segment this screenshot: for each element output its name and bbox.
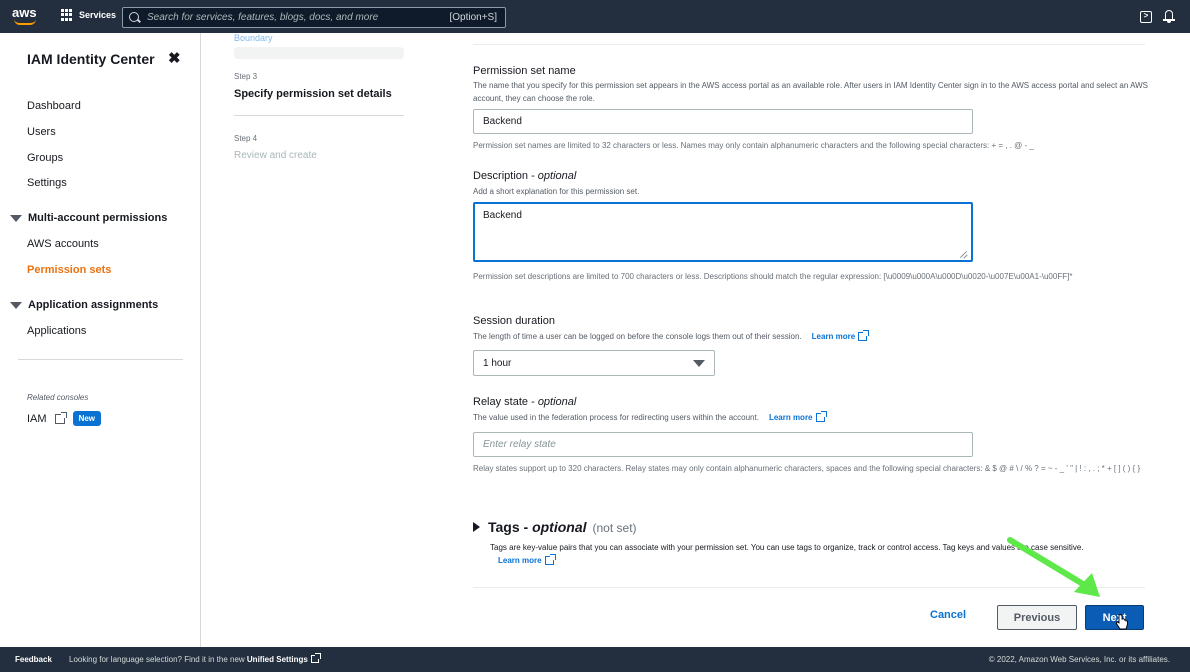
permission-set-name-input[interactable] bbox=[473, 109, 973, 134]
top-navigation: aws Services [Option+S] > bbox=[0, 0, 1190, 33]
cancel-button[interactable]: Cancel bbox=[930, 609, 966, 621]
description-constraint: Permission set descriptions are limited … bbox=[473, 272, 1073, 281]
annotation-arrow-icon bbox=[1007, 537, 1100, 597]
global-search-bar[interactable]: [Option+S] bbox=[122, 7, 506, 28]
step4-title: Review and create bbox=[234, 150, 317, 161]
caret-down-icon bbox=[10, 214, 22, 222]
tags-description-text: Tags are key-value pairs that you can as… bbox=[490, 543, 1084, 552]
sidebar-item-users[interactable]: Users bbox=[27, 126, 56, 138]
iam-link-label: IAM bbox=[27, 412, 47, 425]
section-label: Multi-account permissions bbox=[28, 212, 168, 224]
tags-title-text: Tags - bbox=[488, 519, 533, 535]
session-duration-value: 1 hour bbox=[483, 357, 512, 369]
step4-number: Step 4 bbox=[234, 134, 258, 143]
session-duration-description: The length of time a user can be logged … bbox=[473, 332, 802, 341]
sidebar-item-applications[interactable]: Applications bbox=[27, 325, 86, 337]
relay-state-label: Relay state - optional bbox=[473, 396, 576, 408]
session-duration-label: Session duration bbox=[473, 315, 555, 327]
cloudshell-icon[interactable]: > bbox=[1140, 11, 1152, 23]
external-link-icon bbox=[310, 653, 321, 663]
relay-state-helper-row: The value used in the federation process… bbox=[473, 411, 827, 424]
description-label: Description - optional bbox=[473, 170, 576, 182]
copyright-text: © 2022, Amazon Web Services, Inc. or its… bbox=[988, 655, 1170, 664]
relay-state-constraint: Relay states support up to 320 character… bbox=[473, 464, 1141, 473]
sidebar-item-aws-accounts[interactable]: AWS accounts bbox=[27, 238, 99, 250]
description-helper: Add a short explanation for this permiss… bbox=[473, 187, 640, 196]
sidebar-section-application-assignments[interactable]: Application assignments bbox=[10, 299, 158, 311]
tags-status: (not set) bbox=[592, 521, 637, 535]
console-footer: Feedback Looking for language selection?… bbox=[0, 647, 1190, 672]
hand-cursor-icon bbox=[1115, 614, 1128, 630]
services-menu-button[interactable]: Services bbox=[61, 9, 116, 21]
grid-icon bbox=[61, 9, 73, 21]
sidebar-item-iam[interactable]: IAM New bbox=[27, 411, 102, 426]
sidebar-item-permission-sets[interactable]: Permission sets bbox=[27, 264, 111, 276]
feedback-link[interactable]: Feedback bbox=[15, 655, 52, 664]
step-previous-link[interactable]: Boundary bbox=[234, 33, 273, 43]
side-navigation: IAM Identity Center ✖ Dashboard Users Gr… bbox=[0, 33, 201, 647]
description-textarea[interactable]: Backend bbox=[473, 202, 973, 262]
relay-state-label-text: Relay state - bbox=[473, 396, 538, 408]
wizard-steps: Boundary Step 3 Specify permission set d… bbox=[202, 33, 450, 647]
session-duration-select[interactable]: 1 hour bbox=[473, 350, 715, 376]
section-label: Application assignments bbox=[28, 299, 159, 311]
unified-settings-link[interactable]: Unified Settings bbox=[247, 655, 308, 664]
tags-learn-more-link[interactable]: Learn more bbox=[498, 554, 556, 567]
notifications-bell-icon[interactable] bbox=[1163, 10, 1175, 23]
relay-state-description: The value used in the federation process… bbox=[473, 413, 759, 422]
sidebar-item-settings[interactable]: Settings bbox=[27, 177, 67, 189]
step3-title: Specify permission set details bbox=[234, 88, 392, 100]
permission-set-name-description: The name that you specify for this permi… bbox=[473, 81, 1148, 103]
external-link-icon bbox=[54, 411, 67, 424]
caret-right-icon bbox=[473, 522, 480, 532]
sidebar-section-multi-account[interactable]: Multi-account permissions bbox=[10, 212, 167, 224]
chevron-down-icon bbox=[693, 359, 705, 367]
sidebar-title: IAM Identity Center bbox=[27, 51, 155, 67]
external-link-icon bbox=[544, 554, 556, 565]
sidebar-item-groups[interactable]: Groups bbox=[27, 152, 63, 164]
caret-down-icon bbox=[10, 301, 22, 309]
search-icon bbox=[129, 11, 141, 24]
services-label: Services bbox=[79, 10, 117, 20]
optional-tag: optional bbox=[537, 170, 577, 182]
close-icon[interactable]: ✖ bbox=[168, 49, 181, 67]
language-notice: Looking for language selection? Find it … bbox=[69, 653, 321, 664]
aws-logo[interactable]: aws bbox=[12, 5, 40, 27]
step-placeholder bbox=[234, 47, 404, 59]
description-label-text: Description - bbox=[473, 170, 538, 182]
relay-learn-more-link[interactable]: Learn more bbox=[768, 411, 827, 424]
relay-state-input[interactable] bbox=[473, 432, 973, 457]
sidebar-divider bbox=[18, 359, 183, 360]
aws-smile-icon bbox=[14, 19, 36, 25]
optional-tag: optional bbox=[537, 396, 577, 408]
previous-button[interactable]: Previous bbox=[997, 605, 1077, 630]
language-notice-text: Looking for language selection? Find it … bbox=[69, 655, 247, 664]
learn-more-label: Learn more bbox=[811, 332, 856, 341]
session-learn-more-link[interactable]: Learn more bbox=[811, 330, 870, 343]
learn-more-label: Learn more bbox=[498, 556, 542, 565]
optional-tag: optional bbox=[532, 519, 587, 535]
permission-set-name-constraint: Permission set names are limited to 32 c… bbox=[473, 141, 1034, 150]
related-consoles-label: Related consoles bbox=[27, 393, 89, 402]
permission-set-name-label: Permission set name bbox=[473, 65, 576, 77]
learn-more-label: Learn more bbox=[768, 413, 813, 422]
tags-title: Tags - optional bbox=[488, 519, 587, 535]
resize-handle-icon[interactable] bbox=[960, 250, 968, 258]
steps-divider bbox=[234, 115, 404, 116]
sidebar-item-dashboard[interactable]: Dashboard bbox=[27, 100, 81, 112]
search-shortcut-hint: [Option+S] bbox=[449, 12, 497, 23]
tags-expander[interactable]: Tags - optional (not set) bbox=[473, 519, 637, 535]
external-link-icon bbox=[815, 411, 827, 422]
divider bbox=[473, 44, 1145, 45]
search-input[interactable] bbox=[147, 12, 437, 23]
new-badge: New bbox=[72, 411, 102, 426]
step3-number: Step 3 bbox=[234, 72, 258, 81]
external-link-icon bbox=[858, 330, 870, 341]
aws-logo-text: aws bbox=[12, 5, 37, 20]
session-duration-helper-row: The length of time a user can be logged … bbox=[473, 330, 870, 343]
